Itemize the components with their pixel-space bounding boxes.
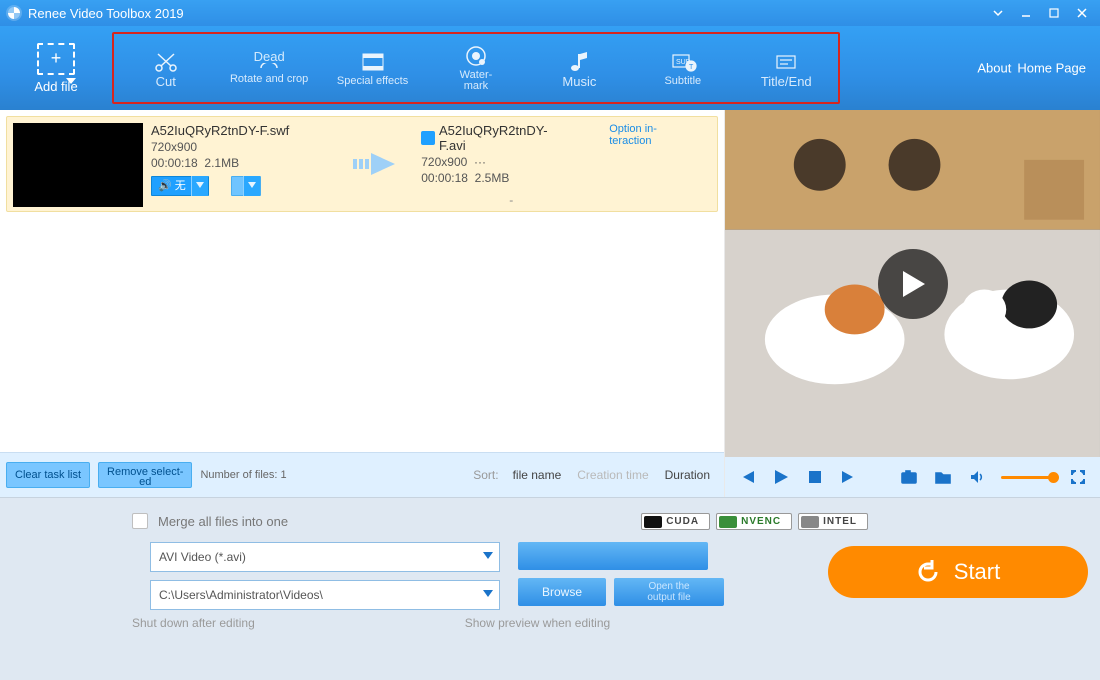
preview-checkbox-row[interactable]: Show preview when editing bbox=[465, 616, 610, 630]
tool-rotate-sup: Dead bbox=[254, 51, 285, 62]
snapshot-button[interactable] bbox=[899, 467, 919, 487]
output-folder-select[interactable]: C:\Users\Administrator\Videos\ bbox=[150, 580, 500, 610]
remove-selected-button[interactable]: Remove select- ed bbox=[98, 462, 192, 488]
minimize-button[interactable] bbox=[1014, 4, 1038, 22]
svg-text:T: T bbox=[689, 64, 694, 71]
rotate-icon bbox=[255, 64, 283, 72]
file-list-pane: A52IuQRyR2tnDY-F.swf 720x900 00:00:18 2.… bbox=[0, 110, 725, 497]
refresh-icon bbox=[916, 560, 940, 584]
target-dimensions: 720x900 ··· bbox=[421, 155, 571, 169]
main-toolbar: + Add file Cut Dead Rotate and crop Spec… bbox=[0, 26, 1100, 110]
watermark-icon bbox=[462, 44, 490, 68]
source-thumbnail bbox=[13, 123, 143, 207]
source-meta: A52IuQRyR2tnDY-F.swf 720x900 00:00:18 2.… bbox=[151, 123, 289, 205]
sort-label: Sort: bbox=[473, 468, 498, 482]
options-button[interactable] bbox=[518, 542, 708, 570]
open-folder-button[interactable] bbox=[933, 467, 953, 487]
music-icon bbox=[565, 50, 593, 74]
audio-chip[interactable]: 🔊 无 bbox=[151, 176, 209, 196]
output-format-label bbox=[12, 548, 132, 562]
stop-button[interactable] bbox=[805, 467, 825, 487]
tool-music[interactable]: Music bbox=[528, 34, 631, 102]
video-preview[interactable] bbox=[725, 110, 1100, 457]
film-icon bbox=[359, 50, 387, 74]
browse-button[interactable]: Browse bbox=[518, 578, 606, 606]
add-file-button[interactable]: + Add file bbox=[0, 26, 112, 110]
arrow-icon bbox=[347, 123, 407, 205]
volume-button[interactable] bbox=[967, 467, 987, 487]
tool-music-label: Music bbox=[562, 76, 596, 87]
target-dur-size: 00:00:18 2.5MB bbox=[421, 171, 571, 185]
output-format-select[interactable]: AVI Video (*.avi) bbox=[150, 542, 500, 572]
tool-subtitle-label: Subtitle bbox=[664, 76, 701, 87]
app-title: Renee Video Toolbox 2019 bbox=[28, 6, 184, 21]
about-link[interactable]: About bbox=[977, 61, 1011, 76]
start-button[interactable]: Start bbox=[828, 546, 1088, 598]
dropdown-icon[interactable] bbox=[986, 4, 1010, 22]
fullscreen-button[interactable] bbox=[1068, 467, 1088, 487]
volume-slider[interactable] bbox=[1001, 476, 1054, 479]
open-output-button[interactable]: Open the output file bbox=[614, 578, 724, 606]
tool-watermark-label: Water- mark bbox=[460, 70, 493, 92]
chevron-down-icon bbox=[66, 76, 76, 86]
preview-pane bbox=[725, 110, 1100, 497]
tool-effects-label: Special effects bbox=[337, 76, 408, 87]
file-list: A52IuQRyR2tnDY-F.swf 720x900 00:00:18 2.… bbox=[0, 110, 724, 452]
list-footer: Clear task list Remove select- ed Number… bbox=[0, 452, 724, 497]
tool-title-end-label: Title/End bbox=[761, 76, 812, 87]
next-button[interactable] bbox=[839, 467, 859, 487]
gpu-nvenc-badge[interactable]: NVENC bbox=[716, 513, 792, 530]
option-interaction-link[interactable]: Option in- teraction bbox=[609, 123, 657, 205]
edit-icon[interactable] bbox=[421, 131, 435, 145]
play-button[interactable] bbox=[771, 467, 791, 487]
play-overlay-icon[interactable] bbox=[878, 249, 948, 319]
target-dash: - bbox=[509, 193, 513, 207]
bottom-panel: Merge all files into one CUDA NVENC INTE… bbox=[0, 497, 1100, 680]
tools-highlight-box: Cut Dead Rotate and crop Special effects… bbox=[112, 32, 840, 104]
tool-title-end[interactable]: Title/End bbox=[735, 34, 838, 102]
subtitle-icon: SUBT bbox=[669, 50, 697, 74]
merge-label: Merge all files into one bbox=[158, 514, 288, 529]
target-filename: A52IuQRyR2tnDY-F.avi bbox=[421, 123, 571, 153]
shutdown-checkbox-row[interactable]: Shut down after editing bbox=[132, 616, 255, 630]
titlebar: Renee Video Toolbox 2019 bbox=[0, 0, 1100, 26]
target-meta: A52IuQRyR2tnDY-F.avi 720x900 ··· 00:00:1… bbox=[421, 123, 571, 205]
gpu-cuda-badge[interactable]: CUDA bbox=[641, 513, 710, 530]
source-dimensions: 720x900 bbox=[151, 140, 289, 154]
clear-task-list-button[interactable]: Clear task list bbox=[6, 462, 90, 488]
tool-watermark[interactable]: Water- mark bbox=[424, 34, 527, 102]
tool-cut-label: Cut bbox=[156, 76, 176, 87]
gpu-intel-badge[interactable]: INTEL bbox=[798, 513, 868, 530]
homepage-link[interactable]: Home Page bbox=[1017, 61, 1086, 76]
source-dur-size: 00:00:18 2.1MB bbox=[151, 156, 289, 170]
second-chip[interactable] bbox=[231, 176, 261, 196]
about-home-links: About Home Page bbox=[977, 61, 1086, 76]
tool-effects[interactable]: Special effects bbox=[321, 34, 424, 102]
prev-button[interactable] bbox=[737, 467, 757, 487]
maximize-button[interactable] bbox=[1042, 4, 1066, 22]
tool-subtitle[interactable]: SUBT Subtitle bbox=[631, 34, 734, 102]
preview-controls bbox=[725, 457, 1100, 497]
scissors-icon bbox=[152, 50, 180, 74]
add-file-icon: + bbox=[37, 43, 75, 75]
start-label: Start bbox=[954, 559, 1000, 585]
gpu-badges: CUDA NVENC INTEL bbox=[641, 513, 868, 530]
tool-rotate-label: Rotate and crop bbox=[230, 74, 308, 85]
file-row[interactable]: A52IuQRyR2tnDY-F.swf 720x900 00:00:18 2.… bbox=[6, 116, 718, 212]
file-count-label: Number of files: 1 bbox=[200, 469, 286, 481]
source-filename: A52IuQRyR2tnDY-F.swf bbox=[151, 123, 289, 138]
tool-cut[interactable]: Cut bbox=[114, 34, 217, 102]
close-button[interactable] bbox=[1070, 4, 1094, 22]
sort-creation-time[interactable]: Creation time bbox=[577, 468, 648, 482]
app-logo-icon bbox=[6, 5, 22, 21]
tool-rotate-crop[interactable]: Dead Rotate and crop bbox=[217, 34, 320, 102]
sort-filename[interactable]: file name bbox=[513, 468, 562, 482]
title-end-icon bbox=[772, 50, 800, 74]
output-folder-label bbox=[12, 576, 132, 590]
sort-duration[interactable]: Duration bbox=[665, 468, 710, 482]
merge-checkbox[interactable] bbox=[132, 513, 148, 529]
